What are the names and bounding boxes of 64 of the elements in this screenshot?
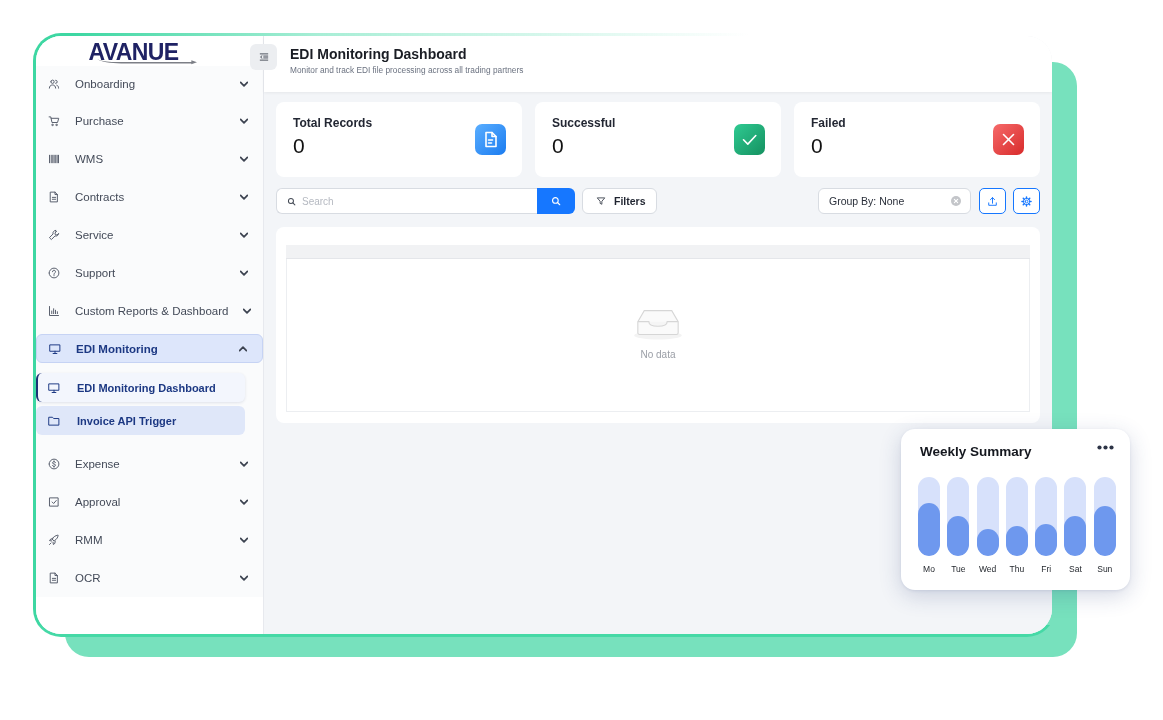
sidebar-item[interactable]: Onboarding [36,66,263,102]
weekly-summary-title: Weekly Summary [920,443,1032,461]
document-icon [475,124,506,155]
group-by-select[interactable]: Group By: None [818,188,971,214]
sidebar-item[interactable]: OCR [36,559,263,597]
settings-button[interactable] [1013,188,1040,214]
stat-label: Failed [811,115,846,131]
filter-icon [596,196,606,206]
close-icon [993,124,1024,155]
monitor-icon [49,342,61,355]
sidebar-item[interactable]: Approval [36,483,263,521]
folder-icon [48,414,60,427]
barcode-icon [48,153,60,165]
empty-message: No data [640,349,676,360]
more-icon[interactable] [1097,445,1114,450]
collapse-menu-icon [258,52,269,62]
document-icon [48,572,60,584]
search-icon [287,196,296,206]
stat-value: 0 [811,133,824,159]
wrench-icon [48,229,60,241]
day-label: Fri [1041,564,1052,574]
sidebar-item[interactable]: Support [36,254,263,292]
day-label: Wed [978,564,997,574]
sidebar-subitem[interactable]: Invoice API Trigger [36,406,245,435]
dollar-circle-icon [48,458,60,470]
document-icon [48,191,60,203]
stat-label: Successful [552,115,616,131]
search-field[interactable]: Search [276,188,537,214]
checkbox-icon [48,496,60,508]
sidebar-item[interactable]: RMM [36,521,263,559]
sidebar-item[interactable]: Custom Reports & Dashboard [36,292,263,330]
search-icon [551,196,561,206]
check-icon [734,124,765,155]
sidebar-item[interactable]: Purchase [36,102,263,140]
search-button[interactable] [537,188,575,214]
sidebar-item[interactable]: Service [36,216,263,254]
sidebar-item[interactable]: Expense [36,445,263,483]
day-label: Sat [1069,564,1082,574]
day-label: Tue [951,564,966,574]
stat-value: 0 [293,133,306,159]
bar-chart-icon [48,305,60,317]
sidebar-item[interactable]: EDI Monitoring [36,334,263,363]
upload-button[interactable] [979,188,1006,214]
cart-icon [48,115,60,127]
page-subtitle: Monitor and track EDI file processing across all trading partners [290,65,525,76]
help-icon [48,267,60,279]
monitor-icon [48,381,60,394]
logo: AVANUE [88,39,197,66]
stat-value: 0 [552,133,565,159]
empty-inbox-icon [632,307,684,340]
upload-icon [987,195,998,207]
page-title: EDI Monitoring Dashboard [290,45,468,63]
sidebar-subitem[interactable]: EDI Monitoring Dashboard [36,373,245,402]
sidebar-item[interactable]: WMS [36,140,263,178]
day-label: Thu [1009,564,1025,574]
users-icon [48,78,60,90]
stat-label: Total Records [293,115,373,131]
filters-button[interactable]: Filters [582,188,657,214]
day-label: Mo [923,564,935,574]
sidebar-toggle-button[interactable] [250,44,277,70]
rocket-icon [48,534,60,546]
day-label: Sun [1097,564,1113,574]
settings-icon [1021,195,1032,207]
sidebar-item[interactable]: Contracts [36,178,263,216]
